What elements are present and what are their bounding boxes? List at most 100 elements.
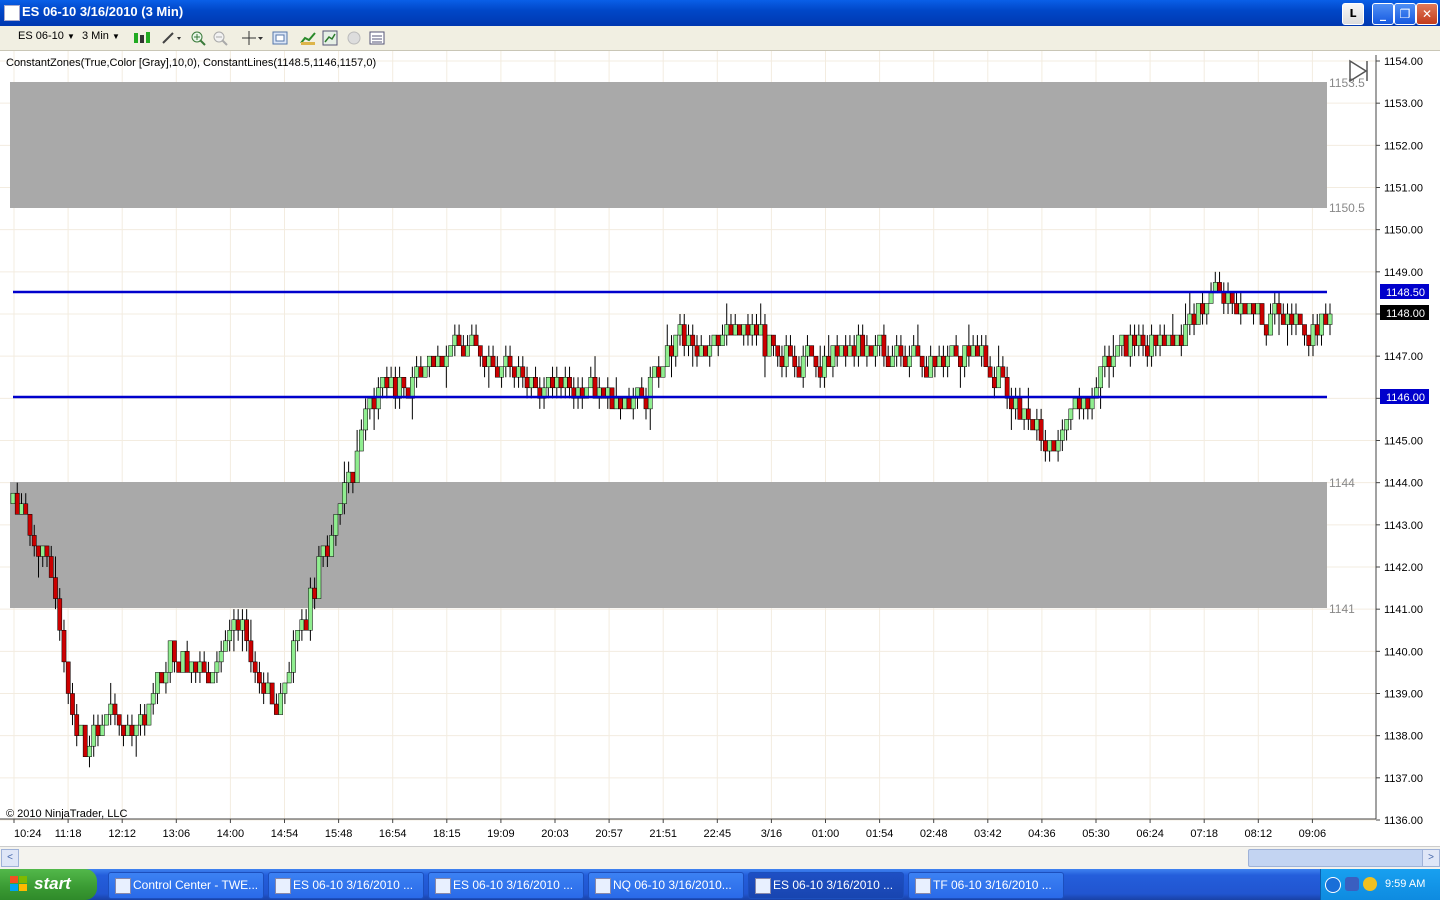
candle [176, 661, 182, 673]
bar-style-icon[interactable] [132, 30, 154, 46]
candle-body [129, 724, 135, 736]
candle-body [197, 661, 203, 673]
candle [1225, 282, 1231, 314]
candle [78, 724, 84, 736]
data-box-icon[interactable] [369, 30, 385, 46]
candle [1293, 303, 1299, 336]
candle [180, 651, 186, 673]
candle-body [1285, 313, 1290, 325]
scroll-left-button[interactable]: < [1, 849, 19, 867]
candle-body [1060, 429, 1065, 441]
candle [422, 366, 428, 378]
candle-body [1030, 419, 1035, 431]
candle-body [1110, 355, 1116, 367]
candle-body [320, 545, 326, 557]
taskbar-item-nq-chart[interactable]: NQ 06-10 3/16/2010... [588, 872, 744, 899]
candle [193, 661, 199, 683]
candle [214, 651, 220, 683]
candle [384, 366, 390, 399]
scroll-thumb[interactable] [1248, 849, 1424, 867]
candle-body [1076, 398, 1082, 410]
price-chart[interactable]: 1153.5 1150.5 1144 1141 1154.001153.0011… [0, 51, 1440, 846]
candle-body [520, 366, 526, 378]
tray-expand-icon[interactable] [1325, 877, 1341, 893]
candle-body [414, 366, 419, 378]
candle [571, 377, 577, 409]
tray-alert-icon[interactable] [1363, 877, 1377, 891]
candle [881, 324, 887, 367]
candle-body [724, 324, 730, 336]
candle [873, 335, 878, 367]
candle-body [44, 545, 50, 557]
candle-body [894, 345, 900, 357]
zoom-in-icon[interactable] [190, 30, 206, 46]
candle-body [57, 598, 63, 631]
candle [133, 724, 139, 757]
price-axis-ticks: 1154.00 1153.00 1152.00 1151.00 1150.00 1149.… [1376, 56, 1423, 827]
candle [741, 324, 747, 346]
indicators-icon[interactable] [300, 30, 316, 46]
candle-body [771, 334, 776, 346]
candle-body [380, 377, 385, 389]
candle [613, 377, 619, 410]
candle-body [669, 345, 674, 357]
instrument-selector[interactable]: ES 06-10 ▼ [18, 30, 75, 42]
candle-body [1021, 408, 1027, 420]
candle-body [282, 682, 288, 694]
candle-body [269, 682, 275, 705]
candle-body [397, 377, 402, 399]
candle [150, 682, 156, 715]
candle-body [435, 355, 441, 367]
candle [966, 324, 972, 367]
candle [1272, 292, 1278, 325]
candle [91, 714, 97, 757]
strategies-icon[interactable] [322, 30, 338, 46]
candle-body [155, 672, 160, 694]
candle-body [27, 514, 33, 536]
y-tick-label: 1139.00 [1384, 689, 1423, 701]
candle [979, 335, 984, 367]
drawing-tool-icon[interactable] [160, 30, 182, 46]
properties-icon[interactable] [272, 30, 288, 46]
taskbar-item-es-chart-2[interactable]: ES 06-10 3/16/2010 ... [428, 872, 584, 899]
taskbar-item-tf-chart[interactable]: TF 06-10 3/16/2010 ... [908, 872, 1064, 899]
candle-body [1204, 303, 1210, 315]
properties-glyph [272, 31, 288, 45]
taskbar-item-es-chart-active[interactable]: ES 06-10 3/16/2010 ... [748, 872, 904, 899]
zoom-out-icon[interactable] [212, 30, 228, 46]
candle-body [860, 334, 866, 357]
horizontal-scrollbar[interactable]: < > [0, 846, 1440, 869]
candle-body [545, 377, 551, 389]
candle [359, 419, 364, 452]
taskbar-item-control-center[interactable]: Control Center - TWE... [108, 872, 264, 899]
close-button[interactable]: ✕ [1416, 3, 1438, 25]
taskbar-item-es-chart-1[interactable]: ES 06-10 3/16/2010 ... [268, 872, 424, 899]
scroll-right-button[interactable]: > [1422, 849, 1440, 867]
candle [541, 377, 547, 409]
candle-body [558, 377, 564, 389]
candle-body [363, 408, 368, 431]
candle [1060, 419, 1065, 452]
candle-body [218, 651, 224, 663]
minimize-button[interactable]: _ [1372, 3, 1394, 25]
crosshair-icon[interactable] [240, 30, 264, 46]
chart-panel[interactable]: 1153.5 1150.5 1144 1141 1154.00 1153.00 11… [0, 51, 1440, 846]
candle [915, 324, 921, 357]
candle-body [312, 587, 317, 599]
candle-body [830, 345, 836, 367]
candle-body [796, 366, 802, 378]
candle [1280, 303, 1286, 325]
candle-body [10, 492, 16, 505]
tray-app-icon[interactable] [1345, 877, 1359, 891]
restore-button[interactable]: ❐ [1394, 3, 1416, 25]
candle [1174, 334, 1180, 346]
candle-body [1272, 303, 1278, 315]
candle-body [826, 355, 832, 367]
candle-body [877, 334, 883, 346]
x-tick-label: 04:36 [1028, 828, 1056, 840]
interval-selector[interactable]: 3 Min ▼ [82, 30, 120, 42]
zone-label-1153-5: 1153.5 [1329, 76, 1365, 90]
candle-body [133, 724, 139, 736]
start-button[interactable]: start [0, 869, 97, 900]
l-button[interactable]: L [1342, 3, 1364, 25]
